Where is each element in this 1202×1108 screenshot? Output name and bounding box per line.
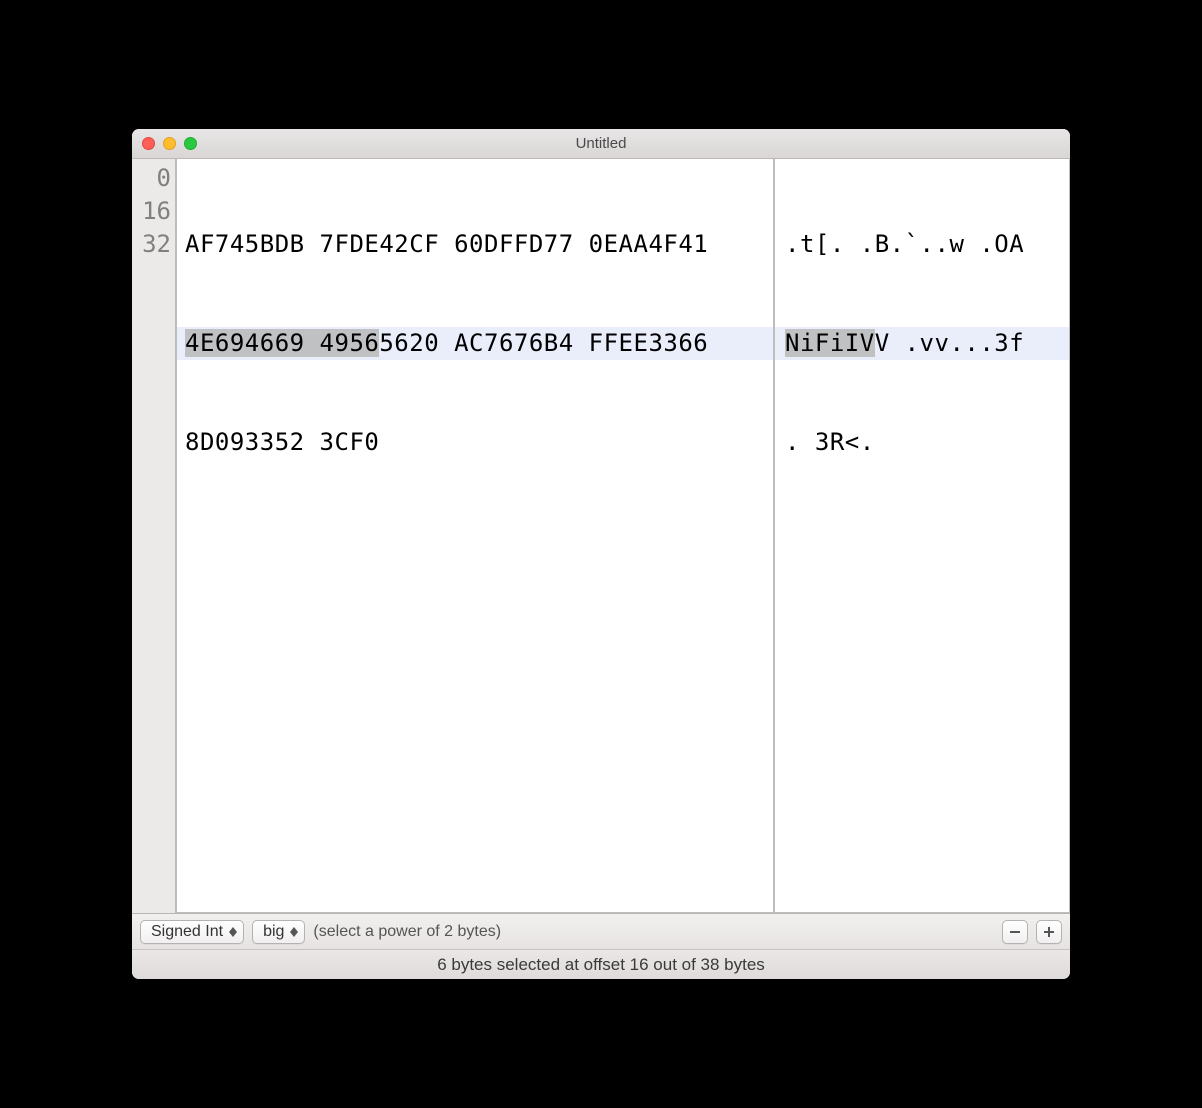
hex-column[interactable]: AF745BDB 7FDE42CF 60DFFD77 0EAA4F41 4E69… (176, 159, 774, 913)
select-stepper-icon (289, 927, 299, 937)
add-inspector-button[interactable] (1036, 920, 1062, 944)
plus-icon (1043, 926, 1055, 938)
data-type-value: Signed Int (151, 923, 223, 941)
data-type-select[interactable]: Signed Int (140, 920, 244, 944)
inspector-toolbar: Signed Int big (select a power of 2 byte… (132, 913, 1070, 949)
offset-value: 0 (132, 162, 175, 195)
endianness-value: big (263, 923, 284, 941)
zoom-button[interactable] (184, 137, 197, 150)
endianness-select[interactable]: big (252, 920, 305, 944)
offset-column: 0 16 32 (132, 159, 176, 913)
minus-icon (1009, 926, 1021, 938)
status-text: 6 bytes selected at offset 16 out of 38 … (437, 955, 765, 975)
offset-value: 16 (132, 195, 175, 228)
hex-editor-window: Untitled 0 16 32 AF745BDB 7FDE42CF 60DFF… (132, 129, 1070, 979)
hex-row[interactable]: 8D093352 3CF0 (185, 426, 765, 459)
window-title: Untitled (132, 135, 1070, 152)
offset-value: 32 (132, 228, 175, 261)
ascii-row[interactable]: NiFiIVV .vv...3f (785, 327, 1061, 360)
minimize-button[interactable] (163, 137, 176, 150)
ascii-column[interactable]: .t[. .B.`..w .OA NiFiIVV .vv...3f . 3R<. (774, 159, 1070, 913)
status-bar: 6 bytes selected at offset 16 out of 38 … (132, 949, 1070, 979)
inspector-hint: (select a power of 2 bytes) (313, 923, 501, 941)
ascii-row[interactable]: . 3R<. (785, 426, 1061, 459)
close-button[interactable] (142, 137, 155, 150)
hex-row[interactable]: AF745BDB 7FDE42CF 60DFFD77 0EAA4F41 (185, 228, 765, 261)
select-stepper-icon (228, 927, 238, 937)
hex-row[interactable]: 4E694669 49565620 AC7676B4 FFEE3366 (185, 327, 765, 360)
remove-inspector-button[interactable] (1002, 920, 1028, 944)
traffic-lights (132, 137, 197, 150)
editor-content: 0 16 32 AF745BDB 7FDE42CF 60DFFD77 0EAA4… (132, 159, 1070, 913)
titlebar[interactable]: Untitled (132, 129, 1070, 159)
ascii-row[interactable]: .t[. .B.`..w .OA (785, 228, 1061, 261)
